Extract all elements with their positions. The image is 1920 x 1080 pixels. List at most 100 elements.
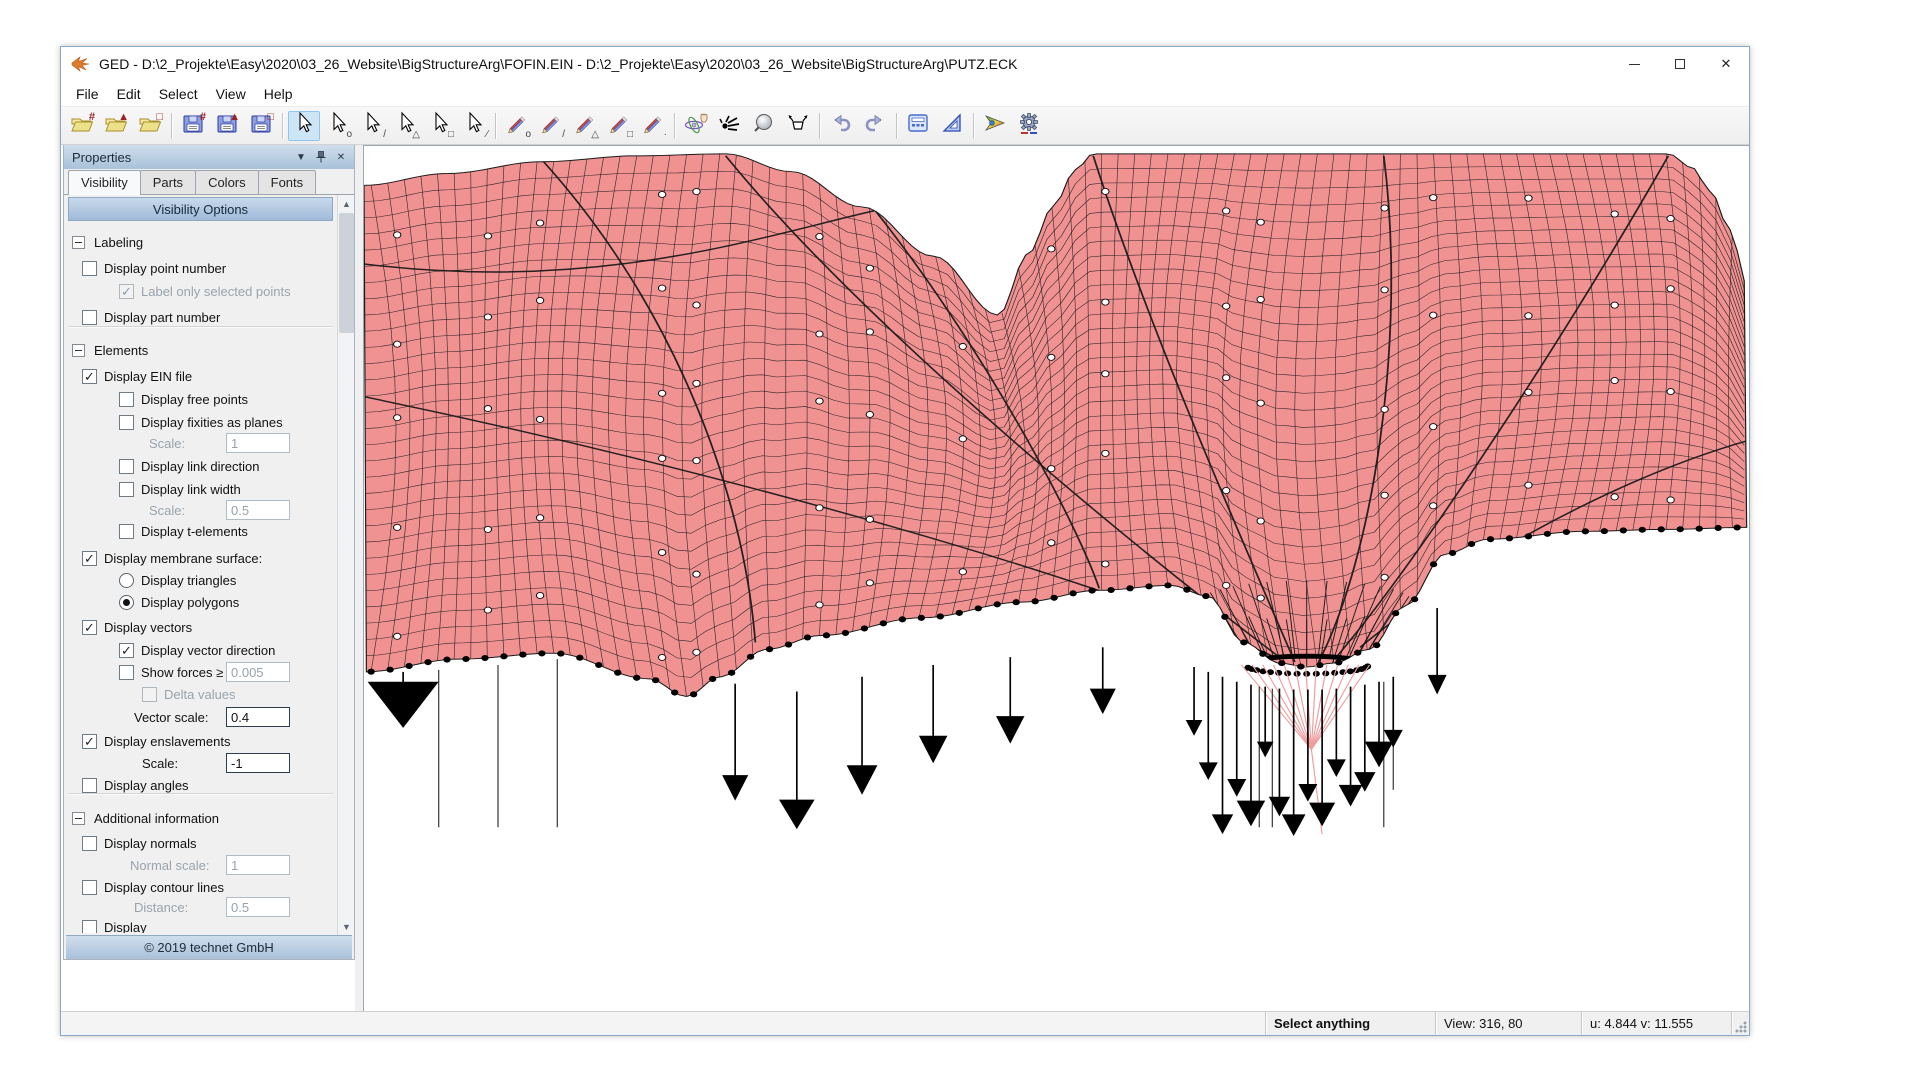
checkbox-icon[interactable] xyxy=(119,459,134,474)
menu-select[interactable]: Select xyxy=(150,83,207,105)
checkbox-icon[interactable] xyxy=(119,415,134,430)
orbit-tool-button[interactable] xyxy=(680,111,712,141)
save-points-file-button[interactable]: # xyxy=(177,111,209,141)
checkbox-icon[interactable] xyxy=(119,524,134,539)
sub-badge: □ xyxy=(448,129,454,141)
tab-parts[interactable]: Parts xyxy=(140,170,196,194)
draw-links-tool-button[interactable]: / xyxy=(535,111,567,141)
input-normal-scale[interactable]: 1 xyxy=(226,855,290,875)
close-button[interactable]: ✕ xyxy=(1703,47,1749,81)
checkbox-icon[interactable] xyxy=(119,392,134,407)
status-bar: Select anything View: 316, 80 u: 4.844 v… xyxy=(61,1011,1749,1035)
select-triangles-tool-button[interactable]: △ xyxy=(390,111,422,141)
checkbox-display-vectors: ✓Display vectors xyxy=(64,617,337,637)
checkbox-icon[interactable] xyxy=(119,665,134,680)
redo-button[interactable] xyxy=(859,111,891,141)
status-spacer xyxy=(61,1012,1265,1035)
checkbox-icon[interactable]: ✓ xyxy=(82,734,97,749)
settings-button[interactable] xyxy=(1013,111,1045,141)
radio-icon[interactable] xyxy=(119,573,134,588)
checkbox-display-link-width: Display link width xyxy=(64,479,337,499)
tab-fonts[interactable]: Fonts xyxy=(258,170,317,194)
draw-edit-tool-button[interactable]: · xyxy=(637,111,669,141)
checkbox-icon[interactable]: ✓ xyxy=(82,369,97,384)
redo-icon xyxy=(862,111,888,140)
membrane-model-canvas xyxy=(364,146,1749,1011)
input-show-forces[interactable]: 0.005 xyxy=(226,662,290,682)
save-parts-file-button[interactable]: ▲ xyxy=(211,111,243,141)
select-tool-button[interactable] xyxy=(288,111,320,141)
save-fixpoints-file-button[interactable]: □ xyxy=(245,111,277,141)
checkbox-icon[interactable]: ✓ xyxy=(119,284,134,299)
collapse-icon[interactable] xyxy=(72,344,85,357)
draw-squares-tool-button[interactable]: □ xyxy=(603,111,635,141)
checkbox-icon[interactable] xyxy=(82,310,97,325)
menu-bar: FileEditSelectViewHelp xyxy=(61,81,1749,107)
open-points-file-button[interactable]: # xyxy=(66,111,98,141)
explode-tool-button[interactable] xyxy=(714,111,746,141)
panel-menu-button[interactable]: ▼ xyxy=(292,148,310,166)
select-elements-tool-button[interactable]: ∕ xyxy=(458,111,490,141)
input-scale[interactable]: 0.5 xyxy=(226,500,290,520)
panel-close-button[interactable]: ✕ xyxy=(332,148,350,166)
checkbox-icon[interactable] xyxy=(82,880,97,895)
menu-view[interactable]: View xyxy=(207,83,255,105)
model-viewport[interactable] xyxy=(363,145,1749,1011)
maximize-button[interactable] xyxy=(1657,47,1703,81)
minimize-button[interactable] xyxy=(1611,47,1657,81)
sub-badge: o xyxy=(346,129,352,141)
undo-button[interactable] xyxy=(825,111,857,141)
panel-content: DisplayDistance:0.5Display contour lines… xyxy=(64,195,354,959)
status-mode: Select anything xyxy=(1265,1012,1435,1035)
panel-scrollbar[interactable]: ▲ ▼ xyxy=(337,195,354,935)
tab-colors[interactable]: Colors xyxy=(195,170,259,194)
checkbox-icon[interactable]: ✓ xyxy=(119,643,134,658)
checkbox-icon[interactable] xyxy=(82,261,97,276)
select-squares-tool-button[interactable]: □ xyxy=(424,111,456,141)
collapse-icon[interactable] xyxy=(72,236,85,249)
input-scale[interactable]: -1 xyxy=(226,753,290,773)
input-scale[interactable]: 1 xyxy=(226,433,290,453)
scroll-thumb[interactable] xyxy=(339,213,354,333)
draw-triangles-tool-button[interactable]: △ xyxy=(569,111,601,141)
menu-file[interactable]: File xyxy=(67,83,108,105)
checkbox-display-link-direction: Display link direction xyxy=(64,456,337,476)
draw-points-tool-button[interactable]: o xyxy=(501,111,533,141)
app-logo-icon xyxy=(71,54,91,74)
run-button[interactable] xyxy=(979,111,1011,141)
toolbar-separator xyxy=(896,113,897,139)
checkbox-icon[interactable] xyxy=(82,778,97,793)
badge: # xyxy=(89,111,95,123)
scroll-down-arrow[interactable]: ▼ xyxy=(338,918,354,935)
open-fixpoints-file-button[interactable]: □ xyxy=(134,111,166,141)
toolbar: #▲□#▲□o/△□∕o/△□· xyxy=(61,107,1749,145)
scroll-up-arrow[interactable]: ▲ xyxy=(338,195,354,212)
menu-edit[interactable]: Edit xyxy=(108,83,150,105)
checkbox-icon[interactable] xyxy=(119,482,134,497)
panel-splitter[interactable] xyxy=(355,145,363,1011)
badge: □ xyxy=(156,111,163,123)
panel-pin-button[interactable] xyxy=(312,148,330,166)
input-distance[interactable]: 0.5 xyxy=(226,897,290,917)
calculator-button[interactable] xyxy=(902,111,934,141)
pin-icon xyxy=(316,151,326,163)
radio-icon[interactable] xyxy=(119,595,134,610)
menu-help[interactable]: Help xyxy=(255,83,302,105)
select-links-tool-button[interactable]: / xyxy=(356,111,388,141)
resize-grip[interactable] xyxy=(1731,1012,1749,1035)
measure-button[interactable] xyxy=(936,111,968,141)
checkbox-icon[interactable]: ✓ xyxy=(82,551,97,566)
checkbox-icon[interactable] xyxy=(142,687,157,702)
checkbox-icon[interactable] xyxy=(82,836,97,851)
open-parts-file-button[interactable]: ▲ xyxy=(100,111,132,141)
tab-visibility[interactable]: Visibility xyxy=(68,170,141,195)
sub-badge: / xyxy=(383,129,386,141)
sub-badge: o xyxy=(525,129,531,141)
input-vector-scale[interactable]: 0.4 xyxy=(226,707,290,727)
zoom-window-tool-button[interactable] xyxy=(782,111,814,141)
zoom-tool-button[interactable] xyxy=(748,111,780,141)
checkbox-icon[interactable] xyxy=(82,920,97,935)
checkbox-icon[interactable]: ✓ xyxy=(82,620,97,635)
select-points-tool-button[interactable]: o xyxy=(322,111,354,141)
collapse-icon[interactable] xyxy=(72,812,85,825)
